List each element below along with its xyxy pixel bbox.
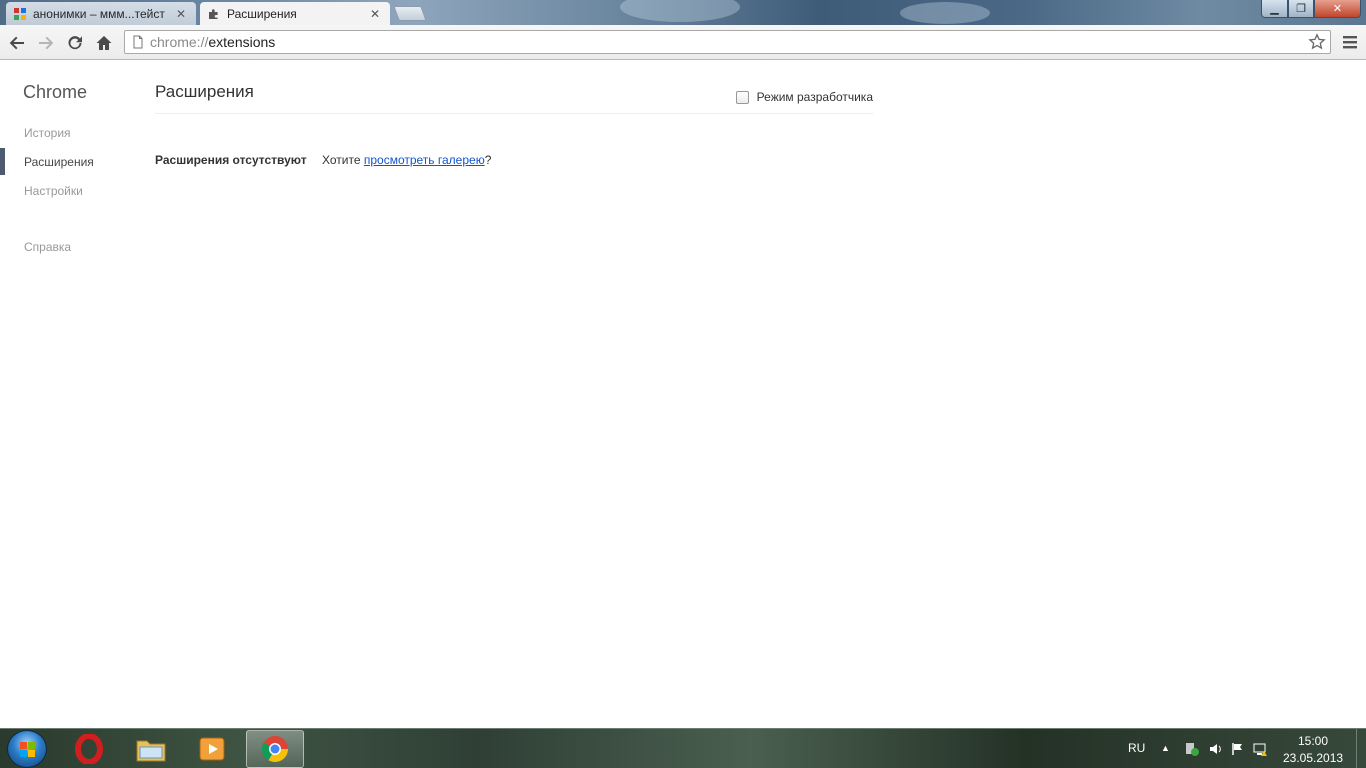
address-bar[interactable]: chrome:// extensions	[124, 30, 1331, 54]
puzzle-icon	[209, 8, 218, 19]
home-icon	[96, 36, 112, 50]
page-icon	[133, 35, 143, 49]
action-center-flag-icon[interactable]	[1230, 741, 1246, 757]
opera-icon	[75, 734, 103, 764]
taskbar-chrome[interactable]	[246, 730, 304, 768]
chrome-menu-icon[interactable]	[1342, 34, 1358, 50]
show-desktop-button[interactable]	[1356, 729, 1366, 768]
tab-extensions[interactable]: Расширения ✕	[200, 2, 390, 25]
forward-button[interactable]	[36, 33, 56, 53]
sidebar-item-help[interactable]: Справка	[24, 240, 71, 254]
gallery-prompt-suffix: ?	[484, 153, 492, 167]
tab-close-icon[interactable]: ✕	[174, 7, 188, 21]
no-extensions-message: Расширения отсутствуют Хотите просмотрет…	[155, 153, 491, 167]
forward-arrow-icon	[39, 36, 54, 50]
page-content: Chrome История Расширения Настройки Спра…	[0, 61, 1366, 728]
browser-toolbar: chrome:// extensions	[0, 25, 1366, 60]
page-title: Расширения	[155, 82, 254, 101]
sidebar-item-extensions[interactable]: Расширения	[24, 155, 94, 169]
network-icon[interactable]	[1252, 741, 1268, 757]
url-host: extensions	[208, 34, 276, 50]
antivirus-icon[interactable]	[1184, 741, 1200, 757]
developer-mode-toggle[interactable]: Режим разработчика	[735, 90, 873, 104]
close-window-button[interactable]: ✕	[1314, 0, 1361, 18]
tab-anonimki[interactable]: анонимки – ммм...тейст ✕	[6, 2, 196, 25]
clock-time[interactable]: 15:00	[1283, 734, 1343, 748]
chrome-icon	[261, 736, 289, 763]
taskbar-file-explorer[interactable]	[122, 730, 180, 768]
browse-gallery-link[interactable]: просмотреть галерею	[364, 153, 485, 167]
bookmark-star-icon[interactable]	[1308, 33, 1326, 51]
back-button[interactable]	[7, 33, 27, 53]
windows-logo-icon	[20, 742, 35, 757]
clock-date[interactable]: 23.05.2013	[1283, 751, 1343, 765]
tab-title: анонимки – ммм...тейст	[33, 6, 165, 21]
gallery-prompt-prefix: Хотите	[321, 153, 364, 167]
wallpaper-highlight	[900, 2, 990, 24]
volume-icon[interactable]	[1208, 741, 1224, 757]
home-button[interactable]	[94, 33, 114, 53]
taskbar-opera[interactable]	[60, 730, 118, 768]
header-divider	[155, 113, 873, 114]
window-controls: ▁ ❐ ✕	[1261, 0, 1361, 18]
start-button[interactable]	[7, 730, 47, 768]
tab-close-icon[interactable]: ✕	[368, 7, 382, 21]
maximize-button[interactable]: ❐	[1288, 0, 1314, 18]
reload-icon	[68, 36, 82, 50]
windows-taskbar: RU ▲ 15:00 23.05.2013	[0, 728, 1366, 768]
sidebar: Chrome История Расширения Настройки Спра…	[0, 61, 140, 728]
sidebar-item-settings[interactable]: Настройки	[24, 184, 83, 198]
title-bar: анонимки – ммм...тейст ✕ Расширения ✕ ▁ …	[0, 0, 1366, 25]
media-player-icon	[199, 737, 225, 761]
back-arrow-icon	[9, 36, 24, 50]
sidebar-brand: Chrome	[23, 82, 88, 102]
wallpaper-highlight	[620, 0, 740, 22]
url-scheme: chrome://	[150, 34, 209, 50]
show-hidden-icons-button[interactable]: ▲	[1161, 743, 1170, 753]
file-explorer-icon	[136, 740, 166, 762]
new-tab-button[interactable]	[393, 6, 427, 21]
taskbar-media-player[interactable]	[183, 730, 241, 768]
developer-mode-label: Режим разработчика	[756, 90, 873, 104]
no-extensions-title: Расширения отсутствуют	[155, 153, 307, 167]
tab-favicon-icon	[14, 7, 26, 20]
tab-title: Расширения	[227, 6, 297, 21]
reload-button[interactable]	[65, 33, 85, 53]
language-indicator[interactable]: RU	[1128, 741, 1145, 755]
sidebar-item-history[interactable]: История	[24, 126, 71, 140]
sidebar-selection-indicator	[0, 148, 5, 175]
minimize-button[interactable]: ▁	[1261, 0, 1288, 18]
developer-mode-checkbox[interactable]	[735, 90, 749, 104]
